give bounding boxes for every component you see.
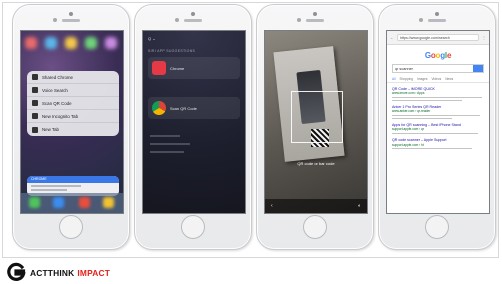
chrome-app-icon bbox=[152, 61, 166, 75]
camera-icon bbox=[313, 12, 317, 16]
phone-camera: QR code or bar code ‹ ◐ bbox=[256, 4, 374, 250]
speaker-grille bbox=[428, 19, 446, 22]
search-bar[interactable]: Q ⌄ bbox=[148, 36, 240, 44]
home-button[interactable] bbox=[59, 215, 83, 239]
text-line bbox=[150, 135, 180, 137]
home-button[interactable] bbox=[181, 215, 205, 239]
search-result[interactable]: QR code scanner – Apple Support support.… bbox=[392, 138, 484, 150]
tab-images[interactable]: Images bbox=[417, 77, 427, 82]
phone-3d-touch: Shared Chrome Voice Search Scan QR Code … bbox=[12, 4, 130, 250]
snippet-line bbox=[392, 99, 462, 101]
act-think-impact-logo-icon bbox=[7, 262, 26, 281]
sensor-icon bbox=[419, 18, 423, 22]
google-logo: Google bbox=[424, 51, 452, 60]
search-result[interactable]: Apps for QR scanning – Best iPhone Stand… bbox=[392, 123, 484, 135]
back-icon[interactable]: ‹ bbox=[271, 203, 273, 209]
search-box[interactable]: qr scanner bbox=[392, 64, 484, 73]
scan-hint: QR code or bar code bbox=[297, 161, 335, 166]
phone-app-icon bbox=[29, 197, 40, 208]
widget-line bbox=[31, 185, 81, 187]
search-query[interactable]: qr scanner bbox=[393, 65, 473, 72]
suggestion-row[interactable]: Chrome bbox=[148, 57, 240, 79]
search-result[interactable]: Anker 1 Pro Series QR Reader www.anker.c… bbox=[392, 105, 484, 119]
browser-toolbar: ← https://www.google.com/search ⋮ bbox=[387, 31, 489, 45]
result-tabs: All Shopping Images Videos News bbox=[387, 77, 489, 83]
camera-icon bbox=[435, 12, 439, 16]
tab-news[interactable]: News bbox=[445, 77, 453, 82]
suggestion-row[interactable]: Scan QR Code bbox=[148, 97, 240, 119]
menu-item-incognito[interactable]: New Incognito Tab bbox=[27, 110, 119, 123]
home-button[interactable] bbox=[425, 215, 449, 239]
mail-app-icon bbox=[53, 197, 64, 208]
widget-line bbox=[31, 189, 67, 191]
back-icon[interactable]: ← bbox=[390, 35, 394, 40]
snippet-line bbox=[392, 132, 478, 135]
app-icon bbox=[25, 37, 37, 49]
camera-icon bbox=[69, 12, 73, 16]
dock bbox=[21, 193, 123, 213]
camera-icon bbox=[191, 12, 195, 16]
brand-wordmark: ACTTHINK IMPACT bbox=[30, 268, 111, 278]
menu-item-new-tab[interactable]: New Tab bbox=[27, 123, 119, 136]
mic-icon bbox=[32, 87, 38, 93]
music-app-icon bbox=[79, 197, 90, 208]
qr-icon bbox=[32, 100, 38, 106]
phone-screen: Shared Chrome Voice Search Scan QR Code … bbox=[20, 30, 124, 214]
phone-spotlight: Q ⌄ SIRI APP SUGGESTIONS Chrome Scan QR … bbox=[134, 4, 252, 250]
quick-action-menu: Shared Chrome Voice Search Scan QR Code … bbox=[27, 71, 119, 136]
tab-videos[interactable]: Videos bbox=[431, 77, 441, 82]
menu-icon[interactable]: ⋮ bbox=[482, 35, 486, 40]
chrome-logo-icon bbox=[152, 101, 166, 115]
menu-item-voice-search[interactable]: Voice Search bbox=[27, 84, 119, 97]
phone-google-results: ← https://www.google.com/search ⋮ Google… bbox=[378, 4, 496, 250]
app-icon bbox=[105, 37, 117, 49]
url-bar[interactable]: https://www.google.com/search bbox=[397, 34, 479, 41]
snippet-line bbox=[392, 114, 480, 117]
speaker-grille bbox=[184, 19, 202, 22]
app-icon bbox=[45, 37, 57, 49]
flash-icon[interactable]: ◐ bbox=[358, 203, 361, 209]
scan-reticle bbox=[291, 91, 343, 143]
section-label: SIRI APP SUGGESTIONS bbox=[148, 49, 196, 53]
notes-app-icon bbox=[103, 197, 114, 208]
snippet-line bbox=[392, 96, 482, 99]
menu-item-scan-qr[interactable]: Scan QR Code bbox=[27, 97, 119, 110]
text-line bbox=[150, 151, 184, 153]
phone-screen: Q ⌄ SIRI APP SUGGESTIONS Chrome Scan QR … bbox=[142, 30, 246, 214]
tab-all[interactable]: All bbox=[392, 77, 396, 82]
search-result[interactable]: QR Code – iMORE QUICK www.imore.com › Ap… bbox=[392, 87, 484, 101]
text-line bbox=[150, 143, 190, 145]
camera-toolbar: ‹ ◐ bbox=[265, 199, 367, 213]
incognito-icon bbox=[32, 113, 38, 119]
app-icon bbox=[65, 37, 77, 49]
speaker-grille bbox=[62, 19, 80, 22]
menu-item-shared-chrome[interactable]: Shared Chrome bbox=[27, 71, 119, 84]
sensor-icon bbox=[297, 18, 301, 22]
phone-screen: QR code or bar code ‹ ◐ bbox=[264, 30, 368, 214]
speaker-grille bbox=[306, 19, 324, 22]
widget-card-head: CHROME bbox=[27, 176, 119, 183]
sensor-icon bbox=[53, 18, 57, 22]
plus-icon bbox=[32, 126, 38, 133]
phone-screen: ← https://www.google.com/search ⋮ Google… bbox=[386, 30, 490, 214]
search-button[interactable] bbox=[473, 65, 483, 72]
snippet-line bbox=[392, 117, 452, 119]
app-icon bbox=[85, 37, 97, 49]
tab-shopping[interactable]: Shopping bbox=[400, 77, 413, 82]
snippet-line bbox=[392, 147, 472, 150]
sensor-icon bbox=[175, 18, 179, 22]
home-button[interactable] bbox=[303, 215, 327, 239]
share-icon bbox=[32, 74, 38, 80]
